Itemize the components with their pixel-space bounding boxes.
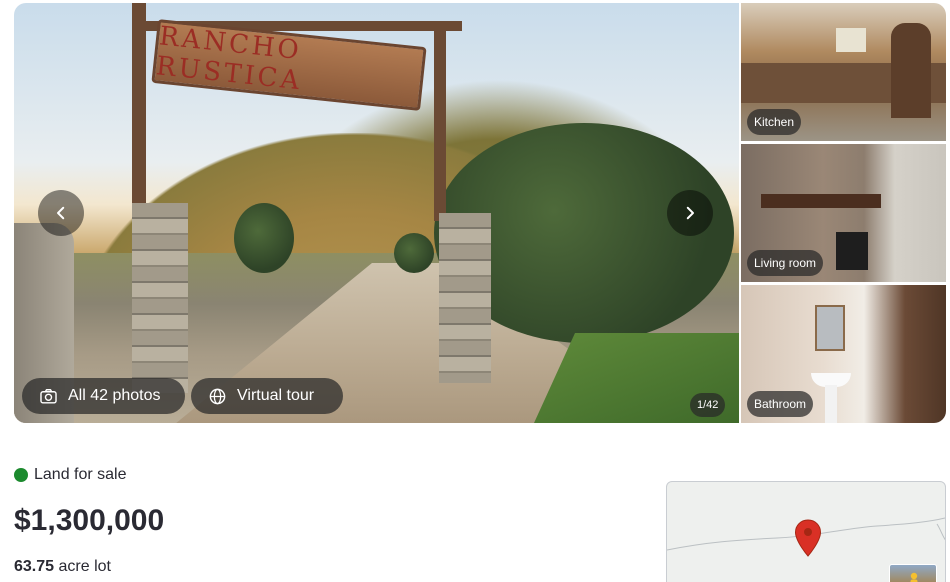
thumbnail-label: Kitchen	[747, 109, 802, 135]
next-photo-button[interactable]	[667, 190, 713, 236]
camera-icon	[40, 388, 57, 404]
street-view-icon[interactable]	[889, 564, 937, 582]
pegman-icon	[910, 572, 918, 582]
globe-icon	[209, 388, 226, 404]
hero-gate-post	[434, 21, 446, 221]
hero-tree-small	[234, 203, 294, 273]
living-room-mantel	[761, 194, 881, 208]
hero-gate-post	[132, 3, 146, 223]
all-photos-button[interactable]: All 42 photos	[22, 378, 185, 414]
lot-size-value: 63.75	[14, 558, 55, 575]
hero-tree-small	[394, 233, 434, 273]
all-photos-label: All 42 photos	[68, 387, 161, 404]
listing-status: Land for sale	[14, 466, 127, 484]
virtual-tour-button[interactable]: Virtual tour	[191, 378, 343, 414]
chevron-right-icon	[686, 206, 694, 220]
previous-photo-button[interactable]	[38, 190, 84, 236]
photo-counter: 1/42	[690, 393, 726, 417]
listing-status-text: Land for sale	[34, 466, 127, 483]
lot-size: 63.75 acre lot	[14, 558, 111, 576]
kitchen-window	[836, 28, 866, 52]
location-map[interactable]	[666, 481, 946, 582]
bathroom-mirror	[815, 305, 845, 351]
hero-photo[interactable]: RANCHO RUSTICA All 42 photos Virtual tou…	[14, 3, 739, 423]
chevron-left-icon	[57, 206, 65, 220]
photo-gallery: RANCHO RUSTICA All 42 photos Virtual tou…	[14, 3, 946, 423]
kitchen-door	[891, 23, 931, 118]
virtual-tour-label: Virtual tour	[237, 387, 315, 404]
thumbnail-kitchen[interactable]: Kitchen	[741, 3, 946, 141]
status-dot-icon	[14, 468, 28, 482]
bathroom-sink-pedestal	[825, 385, 837, 423]
living-room-stove	[836, 232, 868, 270]
thumbnail-label: Bathroom	[747, 391, 814, 417]
thumbnail-column: Kitchen Living room Bathroom	[741, 3, 946, 423]
thumbnail-living-room[interactable]: Living room	[741, 144, 946, 282]
map-pin-icon[interactable]	[794, 519, 822, 557]
hero-stone-pillar	[439, 213, 491, 383]
lot-size-unit: acre lot	[58, 558, 111, 575]
thumbnail-label: Living room	[747, 250, 824, 276]
hero-stone-pillar	[132, 203, 188, 393]
listing-price: $1,300,000	[14, 504, 165, 537]
thumbnail-bathroom[interactable]: Bathroom	[741, 285, 946, 423]
